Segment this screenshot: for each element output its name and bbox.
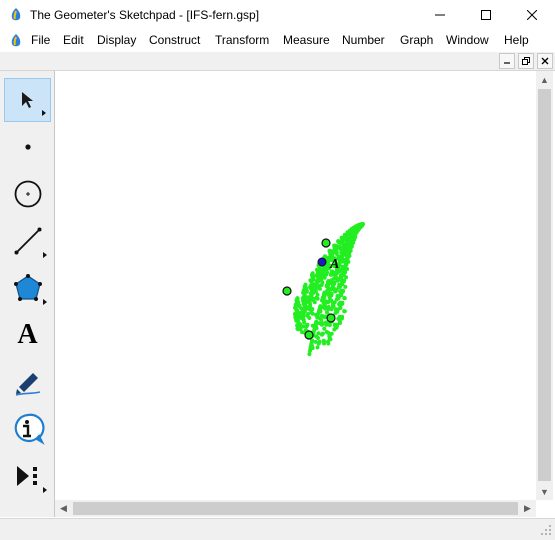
control-point-1[interactable] bbox=[321, 238, 331, 248]
scroll-up-arrow-icon[interactable]: ▲ bbox=[536, 71, 553, 88]
info-icon bbox=[14, 413, 45, 445]
horizontal-scroll-thumb[interactable] bbox=[73, 502, 518, 515]
scroll-right-arrow-icon[interactable]: ▶ bbox=[519, 500, 536, 517]
menu-measure[interactable]: Measure bbox=[283, 33, 330, 47]
play-menu-icon bbox=[16, 466, 37, 486]
minimize-button[interactable] bbox=[417, 0, 463, 30]
doc-close-button[interactable] bbox=[537, 53, 553, 69]
text-tool[interactable]: A bbox=[4, 313, 51, 357]
circle-icon bbox=[14, 180, 41, 208]
status-bar bbox=[0, 518, 555, 540]
menu-construct[interactable]: Construct bbox=[149, 33, 200, 47]
sketch-canvas[interactable] bbox=[55, 71, 536, 500]
point-tool[interactable] bbox=[4, 125, 51, 169]
pentagon-icon bbox=[13, 274, 42, 301]
text-A-icon: A bbox=[17, 319, 38, 350]
doc-restore-button[interactable] bbox=[518, 53, 534, 69]
submenu-arrow-icon bbox=[42, 110, 46, 116]
menu-help[interactable]: Help bbox=[504, 33, 529, 47]
submenu-arrow-icon bbox=[43, 299, 47, 305]
menu-window[interactable]: Window bbox=[446, 33, 489, 47]
point-a[interactable] bbox=[317, 257, 327, 267]
window-title: The Geometer's Sketchpad - [IFS-fern.gsp… bbox=[30, 8, 260, 22]
submenu-arrow-icon bbox=[43, 252, 47, 258]
marker-tool[interactable] bbox=[4, 360, 51, 404]
straightedge-tool[interactable] bbox=[4, 219, 51, 263]
sketchpad-logo-icon bbox=[11, 8, 21, 21]
control-point-2[interactable] bbox=[282, 286, 292, 296]
marker-pen-icon bbox=[15, 373, 40, 396]
maximize-button[interactable] bbox=[463, 0, 509, 30]
menu-graph[interactable]: Graph bbox=[400, 33, 433, 47]
minimize-icon bbox=[435, 14, 445, 16]
maximize-icon bbox=[481, 10, 491, 20]
polygon-tool[interactable] bbox=[4, 266, 51, 310]
doc-minimize-button[interactable] bbox=[499, 53, 515, 69]
menu-file[interactable]: File bbox=[31, 33, 50, 47]
restore-icon bbox=[522, 57, 530, 65]
close-button[interactable] bbox=[509, 0, 555, 30]
compass-tool[interactable] bbox=[4, 172, 51, 216]
arrow-tool[interactable] bbox=[4, 78, 51, 122]
information-tool[interactable] bbox=[4, 407, 51, 451]
menu-number[interactable]: Number bbox=[342, 33, 385, 47]
point-icon bbox=[24, 144, 31, 150]
control-point-4[interactable] bbox=[304, 330, 314, 340]
menu-transform[interactable]: Transform bbox=[215, 33, 269, 47]
submenu-arrow-icon bbox=[43, 487, 47, 493]
restore-down-icon bbox=[504, 62, 510, 64]
fern-sketch bbox=[282, 222, 365, 357]
vertical-scroll-thumb[interactable] bbox=[538, 89, 551, 481]
point-label-a[interactable]: A bbox=[330, 257, 339, 273]
control-point-3[interactable] bbox=[326, 313, 336, 323]
custom-tools[interactable] bbox=[4, 454, 51, 498]
document-control-strip bbox=[0, 52, 555, 71]
menu-edit[interactable]: Edit bbox=[63, 33, 84, 47]
arrow-icon bbox=[21, 92, 33, 108]
scroll-left-arrow-icon[interactable]: ◀ bbox=[55, 500, 72, 517]
close-icon bbox=[541, 57, 549, 65]
close-icon bbox=[527, 10, 537, 20]
document-icon[interactable] bbox=[8, 33, 24, 49]
scroll-down-arrow-icon[interactable]: ▼ bbox=[536, 483, 553, 500]
resize-grip-icon[interactable] bbox=[540, 524, 552, 536]
segment-icon bbox=[14, 227, 41, 255]
menu-display[interactable]: Display bbox=[97, 33, 136, 47]
